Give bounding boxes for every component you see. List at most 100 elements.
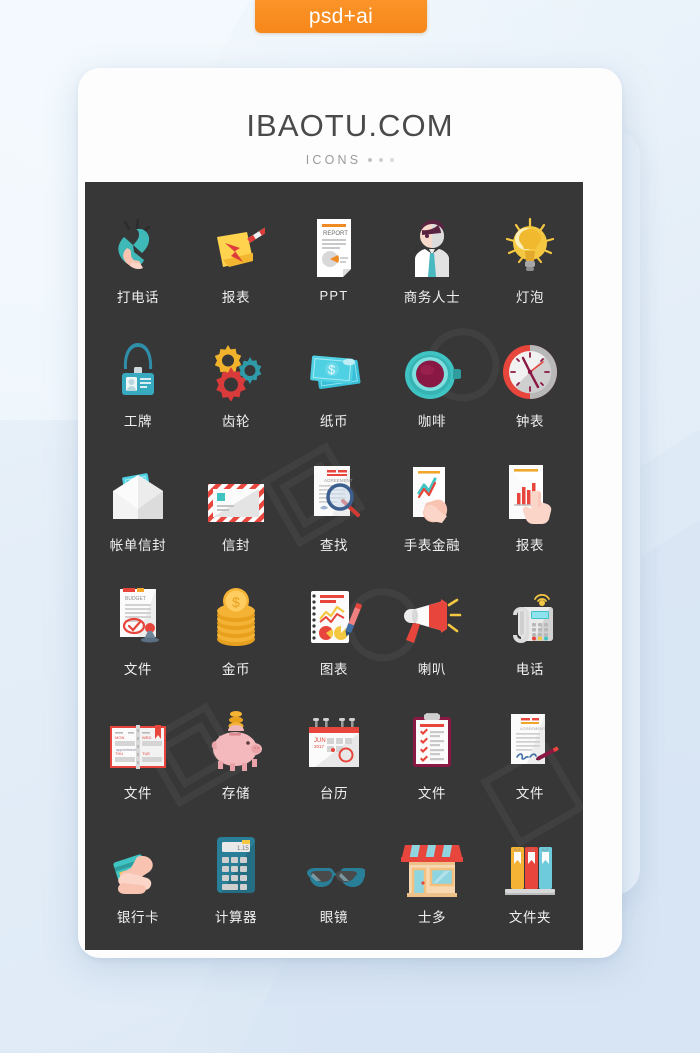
icon-label: 手表金融 — [403, 537, 461, 554]
icon-cell[interactable]: 咖啡 — [383, 320, 481, 444]
icon-cell[interactable]: AGREEMENT 文件 — [481, 692, 579, 816]
signed-document-icon: AGREEMENT — [501, 707, 559, 773]
checklist-icon — [406, 707, 458, 773]
icon-cell[interactable]: 钟表 — [481, 320, 579, 444]
businessman-icon — [405, 211, 459, 277]
gears-icon — [206, 335, 266, 401]
svg-text:AGREEMENT: AGREEMENT — [324, 478, 353, 483]
page-subtitle: ICONS — [305, 153, 362, 167]
svg-text:A-Z: A-Z — [514, 847, 521, 852]
icon-cell[interactable]: $ 帐单信封 — [89, 444, 187, 568]
svg-text:MON: MON — [115, 735, 124, 740]
icon-cell[interactable]: 存储 — [187, 692, 285, 816]
icon-label: 帐单信封 — [109, 537, 167, 554]
icon-cell[interactable]: 商务人士 — [383, 196, 481, 320]
icon-cell[interactable]: AGREEMENT 查找 — [285, 444, 383, 568]
svg-text:2017: 2017 — [314, 744, 325, 749]
desk-phone-icon — [501, 583, 559, 649]
phone-call-icon — [110, 211, 166, 277]
icon-cell[interactable]: REPORT PPT — [285, 196, 383, 320]
search-document-icon: AGREEMENT — [305, 459, 363, 525]
icon-cell[interactable]: MON WED THU TUE appointment 文件 — [89, 692, 187, 816]
icon-cell[interactable]: 报表 — [187, 196, 285, 320]
icon-panel: 打电话 报表 REPORT PPT 商务人士 灯泡 工牌 齿轮 $ 纸币 咖啡 … — [85, 182, 583, 950]
touch-report-icon — [501, 459, 559, 525]
icon-cell[interactable]: BUDGET 文件 — [89, 568, 187, 692]
icon-grid: 打电话 报表 REPORT PPT 商务人士 灯泡 工牌 齿轮 $ 纸币 咖啡 … — [85, 182, 583, 950]
svg-text:$: $ — [232, 594, 240, 610]
svg-text:appointment: appointment — [116, 748, 136, 752]
icon-label: 商务人士 — [403, 289, 461, 306]
icon-cell[interactable]: 手表金融 — [383, 444, 481, 568]
envelope-icon — [206, 459, 266, 525]
icon-label: 银行卡 — [116, 909, 160, 926]
icon-cell[interactable]: 电话 — [481, 568, 579, 692]
svg-text:AGREEMENT: AGREEMENT — [520, 726, 546, 731]
page-title: IBAOTU.COM — [246, 108, 454, 143]
svg-text:BUDGET: BUDGET — [125, 596, 146, 602]
banknotes-icon: ₱ $ — [303, 335, 365, 401]
svg-text:A-Z: A-Z — [542, 847, 549, 852]
planner-book-icon: MON WED THU TUE appointment — [107, 707, 169, 773]
dot-icon-3 — [390, 158, 395, 162]
icon-label: 台历 — [319, 785, 349, 802]
icon-label: 金币 — [221, 661, 251, 678]
icon-label: 存储 — [221, 785, 251, 802]
icon-label: PPT — [319, 288, 349, 303]
icon-cell[interactable]: 1.15 计算器 — [187, 816, 285, 940]
icon-label: 喇叭 — [417, 661, 447, 678]
preview-card: IBAOTU.COM ICONS 打电话 报表 REPORT PPT 商务人士 … — [78, 68, 622, 958]
icon-label: 纸币 — [319, 413, 349, 430]
icon-label: 打电话 — [116, 289, 160, 306]
icon-label: 文件夹 — [508, 909, 552, 926]
ppt-document-icon: REPORT — [309, 213, 359, 279]
icon-label: 计算器 — [214, 909, 258, 926]
desk-calendar-icon: JUN 2017 — [303, 707, 365, 773]
sunglasses-icon — [303, 831, 365, 897]
icon-label: 钟表 — [515, 413, 545, 430]
icon-cell[interactable]: 信封 — [187, 444, 285, 568]
icon-label: 电话 — [515, 661, 545, 678]
icon-cell[interactable]: 喇叭 — [383, 568, 481, 692]
icon-cell[interactable]: JUN 2017 台历 — [285, 692, 383, 816]
icon-cell[interactable]: 文件 — [383, 692, 481, 816]
lightbulb-icon — [502, 211, 558, 277]
icon-label: 信封 — [221, 537, 251, 554]
icon-label: 工牌 — [123, 413, 153, 430]
icon-label: 文件 — [123, 785, 153, 802]
svg-text:A-Z: A-Z — [528, 847, 535, 852]
subtitle-row: ICONS — [78, 153, 622, 167]
icon-label: 图表 — [319, 661, 349, 678]
budget-document-icon: BUDGET — [110, 583, 166, 649]
svg-text:TUE: TUE — [142, 751, 150, 756]
icon-cell[interactable]: 打电话 — [89, 196, 187, 320]
bill-envelope-icon: $ — [107, 459, 169, 525]
chart-notebook-icon — [303, 583, 365, 649]
icon-cell[interactable]: 图表 — [285, 568, 383, 692]
storefront-icon — [401, 831, 463, 897]
dot-icon-1 — [368, 158, 373, 162]
gold-coins-icon: $ — [210, 583, 262, 649]
icon-cell[interactable]: 士多 — [383, 816, 481, 940]
icon-cell[interactable]: A-Z A-Z A-Z 文件夹 — [481, 816, 579, 940]
icon-cell[interactable]: 眼镜 — [285, 816, 383, 940]
coffee-cup-icon — [403, 335, 461, 401]
icon-cell[interactable]: 齿轮 — [187, 320, 285, 444]
icon-cell[interactable]: 报表 — [481, 444, 579, 568]
icon-label: 眼镜 — [319, 909, 349, 926]
icon-cell[interactable]: 工牌 — [89, 320, 187, 444]
megaphone-icon — [401, 583, 463, 649]
psd-ai-badge: psd+ai — [255, 0, 427, 33]
icon-label: 报表 — [515, 537, 545, 554]
icon-cell[interactable]: $ 金币 — [187, 568, 285, 692]
folders-icon: A-Z A-Z A-Z — [501, 831, 559, 897]
icon-cell[interactable]: ₱ $ 纸币 — [285, 320, 383, 444]
icon-label: 齿轮 — [221, 413, 251, 430]
id-badge-icon — [114, 335, 162, 401]
icon-cell[interactable]: 灯泡 — [481, 196, 579, 320]
report-sticky-icon — [207, 211, 265, 277]
svg-text:WED: WED — [142, 735, 151, 740]
card-header: IBAOTU.COM ICONS — [78, 68, 622, 167]
credit-card-hand-icon — [107, 831, 169, 897]
icon-cell[interactable]: 银行卡 — [89, 816, 187, 940]
